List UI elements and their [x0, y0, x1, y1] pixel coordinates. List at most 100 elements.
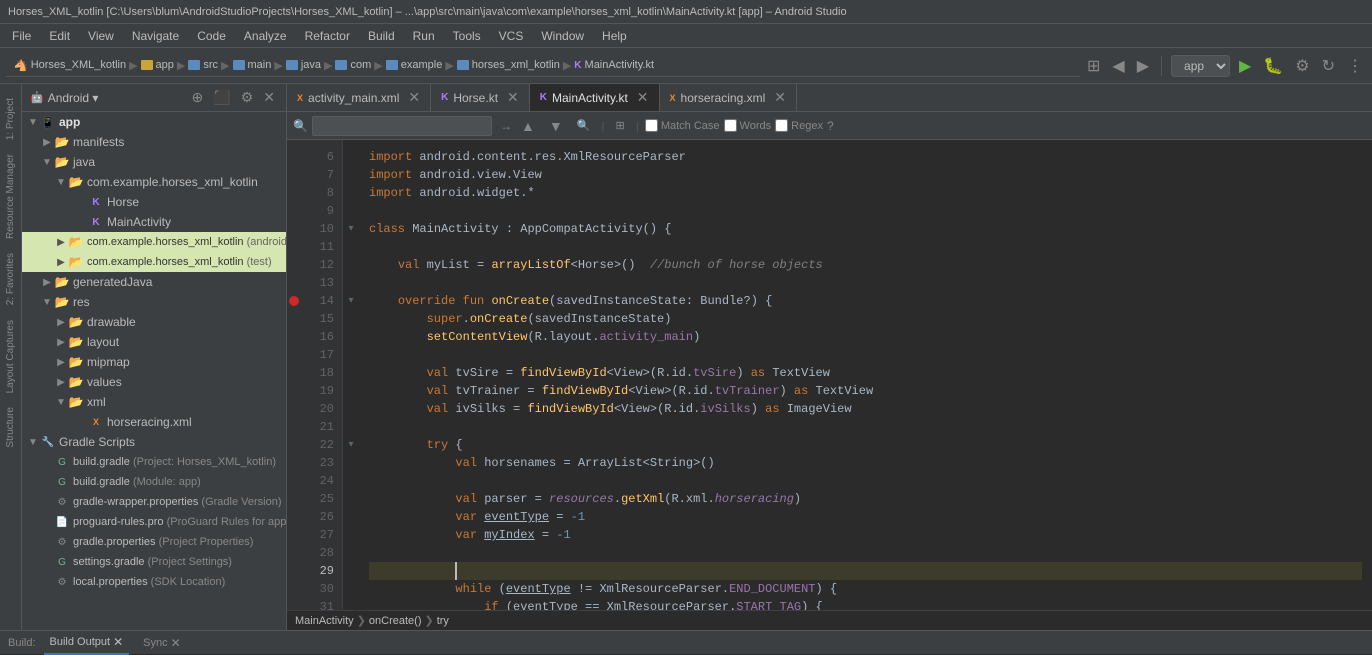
more-button[interactable]: ⋮ [1344, 53, 1366, 79]
menu-vcs[interactable]: VCS [491, 27, 532, 45]
search-prev-btn[interactable]: ▲ [516, 115, 540, 137]
tree-item-xml[interactable]: ▼ 📂 xml [22, 392, 286, 412]
code-content[interactable]: import android.content.res.XmlResourcePa… [359, 140, 1372, 610]
sidebar-favorites-label[interactable]: 2: Favorites [3, 247, 18, 311]
words-checkbox[interactable] [724, 119, 737, 132]
settings-button[interactable]: ⚙ [1292, 53, 1312, 79]
tree-item-generated-java[interactable]: ▶ 📂 generatedJava [22, 272, 286, 292]
menu-refactor[interactable]: Refactor [297, 27, 358, 45]
tree-item-proguard[interactable]: ▶ 📄 proguard-rules.pro (ProGuard Rules f… [22, 512, 286, 532]
tab-horseracing[interactable]: X horseracing.xml ✕ [660, 84, 797, 112]
tree-item-com-example[interactable]: ▼ 📂 com.example.horses_xml_kotlin [22, 172, 286, 192]
tab-horse[interactable]: K Horse.kt ✕ [431, 84, 530, 112]
fold-10[interactable]: ▾ [343, 220, 359, 238]
run-button[interactable]: ▶ [1236, 53, 1254, 79]
layout-button[interactable]: ⊞ [1084, 53, 1103, 79]
build-output-tab[interactable]: Build Output ✕ [44, 631, 130, 655]
fold-22[interactable]: ▾ [343, 436, 359, 454]
sidebar-layout-label[interactable]: Layout Captures [3, 314, 18, 399]
back-button[interactable]: ◀ [1109, 53, 1127, 79]
gradle-props-label: gradle.properties (Project Properties) [73, 536, 253, 548]
tab-horseracing-close[interactable]: ✕ [774, 89, 786, 106]
menu-tools[interactable]: Tools [445, 27, 489, 45]
tree-item-mainactivity[interactable]: ▶ K MainActivity [22, 212, 286, 232]
fold-14[interactable]: ▾ [343, 292, 359, 310]
tree-item-values[interactable]: ▶ 📂 values [22, 372, 286, 392]
breadcrumb-com[interactable]: com [350, 59, 371, 71]
sidebar-project-label[interactable]: 1: Project [3, 92, 18, 146]
tree-item-android-test[interactable]: ▶ 📂 com.example.horses_xml_kotlin (andro… [22, 232, 286, 252]
search-input[interactable] [312, 116, 492, 136]
tree-item-gradle-props[interactable]: ▶ ⚙ gradle.properties (Project Propertie… [22, 532, 286, 552]
breadcrumb-src[interactable]: src [203, 59, 218, 71]
tab-horse-close[interactable]: ✕ [507, 89, 519, 106]
tree-item-settings-gradle[interactable]: ▶ G settings.gradle (Project Settings) [22, 552, 286, 572]
menu-help[interactable]: Help [594, 27, 635, 45]
forward-button[interactable]: ▶ [1134, 53, 1152, 79]
breadcrumb-project[interactable]: Horses_XML_kotlin [31, 59, 126, 71]
breadcrumb-main[interactable]: main [248, 59, 272, 71]
words-option[interactable]: Words [724, 119, 772, 132]
tree-item-drawable[interactable]: ▶ 📂 drawable [22, 312, 286, 332]
fold-13 [343, 274, 359, 292]
breadcrumb-java[interactable]: java [301, 59, 321, 71]
update-button[interactable]: ↻ [1319, 53, 1338, 79]
debug-button[interactable]: 🐛 [1260, 53, 1286, 79]
tree-item-gradle-scripts[interactable]: ▼ 🔧 Gradle Scripts [22, 432, 286, 452]
tree-item-res[interactable]: ▼ 📂 res [22, 292, 286, 312]
menu-build[interactable]: Build [360, 27, 403, 45]
breadcrumb-file[interactable]: MainActivity.kt [585, 59, 654, 71]
regex-checkbox[interactable] [775, 119, 788, 132]
menu-window[interactable]: Window [533, 27, 592, 45]
menu-analyze[interactable]: Analyze [236, 27, 295, 45]
match-case-option[interactable]: Match Case [645, 119, 720, 132]
collapse-all-btn[interactable]: ⬛ [210, 89, 233, 106]
tree-item-gradle-wrapper[interactable]: ▶ ⚙ gradle-wrapper.properties (Gradle Ve… [22, 492, 286, 512]
settings-panel-btn[interactable]: ⚙ [238, 89, 257, 106]
search-help-icon[interactable]: ? [827, 119, 834, 133]
sync-close[interactable]: ✕ [171, 636, 181, 650]
close-panel-btn[interactable]: ✕ [260, 89, 278, 106]
tree-item-horse[interactable]: ▶ K Horse [22, 192, 286, 212]
menu-navigate[interactable]: Navigate [124, 27, 187, 45]
menu-edit[interactable]: Edit [41, 27, 78, 45]
tree-item-build-gradle-project[interactable]: ▶ G build.gradle (Project: Horses_XML_ko… [22, 452, 286, 472]
tree-item-horseracing[interactable]: ▶ X horseracing.xml [22, 412, 286, 432]
menu-view[interactable]: View [80, 27, 122, 45]
tree-item-layout[interactable]: ▶ 📂 layout [22, 332, 286, 352]
tab-activity-main-close[interactable]: ✕ [408, 89, 420, 106]
sync-tab[interactable]: Sync ✕ [137, 631, 187, 655]
editor-breadcrumb-try[interactable]: try [437, 615, 449, 627]
project-dropdown[interactable]: Android ▾ [48, 91, 99, 105]
tab-mainactivity-close[interactable]: ✕ [637, 89, 649, 106]
regex-option[interactable]: Regex [775, 119, 823, 132]
build-output-close[interactable]: ✕ [113, 635, 123, 649]
editor-breadcrumb-mainactivity[interactable]: MainActivity [295, 615, 354, 627]
breadcrumb-example[interactable]: example [401, 59, 443, 71]
tree-item-java[interactable]: ▼ 📂 java [22, 152, 286, 172]
tab-activity-main[interactable]: X activity_main.xml ✕ [287, 84, 431, 112]
sidebar-structure-label[interactable]: Structure [3, 401, 18, 454]
search-filter-btn[interactable]: ⊞ [611, 116, 630, 135]
tab-mainactivity[interactable]: K MainActivity.kt ✕ [530, 84, 660, 112]
breadcrumb-app[interactable]: app [156, 59, 174, 71]
tree-item-local-props[interactable]: ▶ ⚙ local.properties (SDK Location) [22, 572, 286, 592]
sync-btn[interactable]: ⊕ [189, 89, 207, 106]
editor-breadcrumb-oncreate[interactable]: onCreate() [369, 615, 422, 627]
breadcrumb-pkg[interactable]: horses_xml_kotlin [472, 59, 560, 71]
search-next-btn[interactable]: ▼ [544, 115, 568, 137]
sidebar-resource-label[interactable]: Resource Manager [3, 148, 18, 245]
tree-item-app[interactable]: ▼ 📱 app [22, 112, 286, 132]
tree-item-test[interactable]: ▶ 📂 com.example.horses_xml_kotlin (test) [22, 252, 286, 272]
search-find-btn[interactable]: 🔍 [572, 116, 596, 135]
tree-item-build-gradle-app[interactable]: ▶ G build.gradle (Module: app) [22, 472, 286, 492]
tree-item-manifests[interactable]: ▶ 📂 manifests [22, 132, 286, 152]
code-editor[interactable]: 6 7 8 9 10 11 12 13 14 15 16 17 18 [287, 140, 1372, 610]
menu-file[interactable]: File [4, 27, 39, 45]
mipmap-label: mipmap [87, 355, 130, 369]
tree-item-mipmap[interactable]: ▶ 📂 mipmap [22, 352, 286, 372]
run-config-select[interactable]: app [1171, 55, 1230, 77]
menu-code[interactable]: Code [189, 27, 234, 45]
match-case-checkbox[interactable] [645, 119, 658, 132]
menu-run[interactable]: Run [405, 27, 443, 45]
